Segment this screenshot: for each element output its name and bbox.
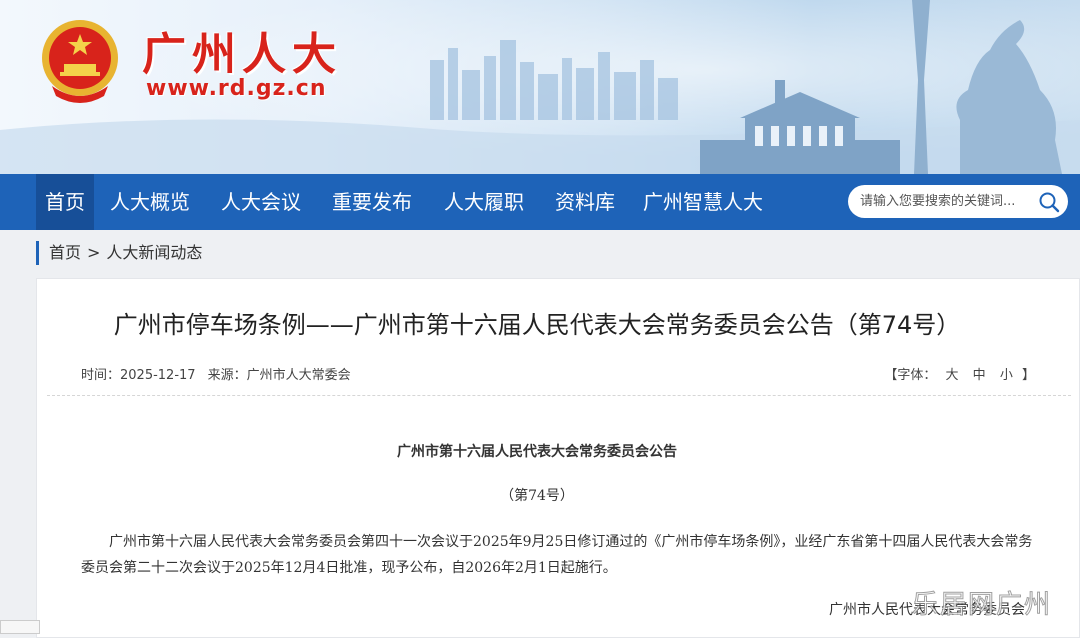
nav-item-overview[interactable]: 人大概览 (100, 174, 200, 230)
watermark-text: 乐居网广州 (911, 590, 1053, 621)
time-value: 2025-12-17 (120, 368, 196, 383)
search-box (848, 185, 1068, 218)
breadcrumb-current[interactable]: 人大新闻动态 (106, 243, 202, 262)
font-size-small[interactable]: 小 (1000, 368, 1013, 383)
source-value: 广州市人大常委会 (246, 368, 351, 383)
breadcrumb: 首页 > 人大新闻动态 (36, 241, 202, 265)
announcement-heading: 广州市第十六届人民代表大会常务委员会公告 (397, 444, 677, 460)
announcement-number: （第74号） (500, 488, 574, 504)
meta-divider (47, 395, 1071, 396)
source-label: 来源： (207, 368, 247, 383)
nav-item-smart-congress[interactable]: 广州智慧人大 (636, 174, 770, 230)
nav-item-releases[interactable]: 重要发布 (322, 174, 422, 230)
font-size-large[interactable]: 大 (946, 368, 959, 383)
font-size-controls: 【字体： 大 中 小 】 (884, 364, 1035, 383)
font-size-close: 】 (1021, 368, 1035, 383)
national-emblem-icon (42, 20, 118, 103)
search-input[interactable] (860, 185, 1030, 218)
breadcrumb-home[interactable]: 首页 (49, 243, 81, 262)
time-label: 时间： (81, 368, 121, 383)
nav-item-duties[interactable]: 人大履职 (434, 174, 534, 230)
article-meta: 时间：2025-12-17 来源：广州市人大常委会 (81, 364, 363, 383)
nav-item-home[interactable]: 首页 (36, 174, 94, 230)
announcement-body: 广州市第十六届人民代表大会常务委员会第四十一次会议于2025年9月25日修订通过… (81, 534, 1033, 576)
search-icon[interactable] (1038, 191, 1060, 213)
article-title: 广州市停车场条例——广州市第十六届人民代表大会常务委员会公告（第74号） (113, 311, 961, 339)
site-title: 广州人大 (142, 29, 342, 80)
font-size-medium[interactable]: 中 (973, 368, 986, 383)
site-url: www.rd.gz.cn (146, 76, 327, 101)
nav-item-database[interactable]: 资料库 (545, 174, 625, 230)
header-banner: 广州人大 www.rd.gz.cn (0, 0, 1080, 174)
nav-item-meetings[interactable]: 人大会议 (211, 174, 311, 230)
font-size-label: 【字体： (884, 368, 937, 383)
corner-toolbar[interactable] (0, 620, 40, 634)
breadcrumb-separator: > (87, 243, 101, 262)
